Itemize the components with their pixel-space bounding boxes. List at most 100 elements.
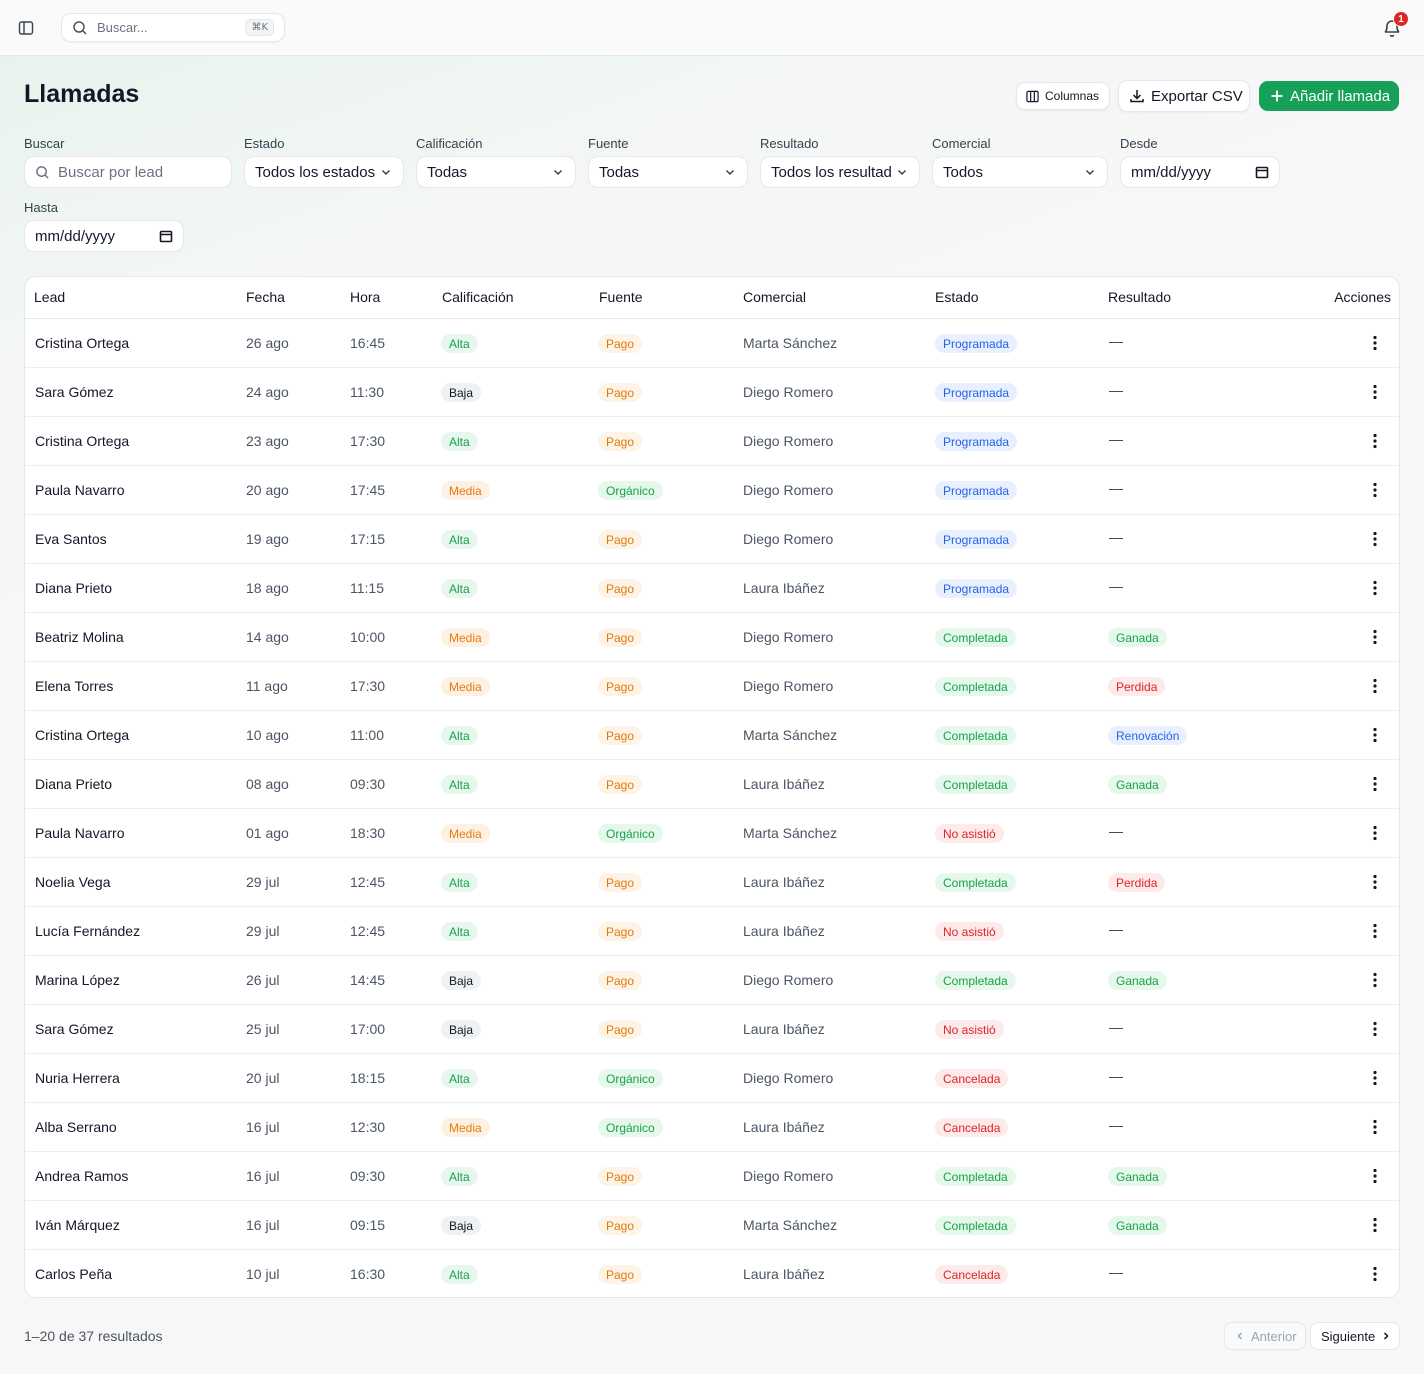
more-actions-icon[interactable] <box>1365 727 1385 745</box>
header-calificacion[interactable]: Calificación <box>442 289 514 305</box>
result-badge: Ganada <box>1108 971 1167 990</box>
lead-search-input[interactable]: Buscar por lead <box>24 156 232 188</box>
table-row[interactable]: Andrea Ramos 16 jul 09:30 Alta Pago Diego Rom… <box>25 1152 1399 1201</box>
lead-name: Cristina Ortega <box>35 335 130 351</box>
more-actions-icon[interactable] <box>1365 580 1385 598</box>
status-badge: Cancelada <box>935 1265 1009 1284</box>
more-actions-icon[interactable] <box>1365 531 1385 549</box>
call-date: 14 ago <box>246 629 289 645</box>
columns-button[interactable]: Columnas <box>1016 82 1110 110</box>
comercial-select[interactable]: Todos <box>932 156 1108 188</box>
sales-rep: Diego Romero <box>743 629 834 645</box>
more-actions-icon[interactable] <box>1365 972 1385 990</box>
chevron-right-icon <box>1381 1331 1391 1341</box>
table-row[interactable]: Diana Prieto 08 ago 09:30 Alta Pago Laura Ibá… <box>25 760 1399 809</box>
sales-rep: Diego Romero <box>743 1168 834 1184</box>
table-row[interactable]: Elena Torres 11 ago 17:30 Media Pago Diego Ro… <box>25 662 1399 711</box>
table-row[interactable]: Sara Gómez 24 ago 11:30 Baja Pago Diego Romer… <box>25 368 1399 417</box>
rating-badge: Alta <box>441 922 478 941</box>
fuente-select[interactable]: Todas <box>588 156 748 188</box>
header-comercial[interactable]: Comercial <box>743 289 806 305</box>
more-actions-icon[interactable] <box>1365 629 1385 647</box>
rating-badge: Media <box>441 481 490 500</box>
chevron-left-icon <box>1235 1331 1245 1341</box>
add-call-button[interactable]: Añadir llamada <box>1259 81 1399 111</box>
table-row[interactable]: Noelia Vega 29 jul 12:45 Alta Pago Laura Ibáñ… <box>25 858 1399 907</box>
more-actions-icon[interactable] <box>1365 776 1385 794</box>
table-row[interactable]: Paula Navarro 01 ago 18:30 Media Orgánico Mar… <box>25 809 1399 858</box>
source-badge: Pago <box>598 1265 643 1284</box>
export-csv-button[interactable]: Exportar CSV <box>1118 80 1250 112</box>
rating-badge: Media <box>441 1118 490 1137</box>
table-row[interactable]: Diana Prieto 18 ago 11:15 Alta Pago Laura Ibá… <box>25 564 1399 613</box>
header-lead[interactable]: Lead <box>34 289 65 305</box>
table-row[interactable]: Carlos Peña 10 jul 16:30 Alta Pago Laura Ibáñ… <box>25 1250 1399 1297</box>
more-actions-icon[interactable] <box>1365 482 1385 500</box>
estado-select[interactable]: Todos los estados <box>244 156 404 188</box>
desde-date-input[interactable]: mm/dd/yyyy <box>1120 156 1280 188</box>
more-actions-icon[interactable] <box>1365 678 1385 696</box>
call-time: 12:30 <box>350 1119 386 1135</box>
table-row[interactable]: Iván Márquez 16 jul 09:15 Baja Pago Marta Sán… <box>25 1201 1399 1250</box>
call-date: 25 jul <box>246 1021 280 1037</box>
more-actions-icon[interactable] <box>1365 1119 1385 1137</box>
resultado-select[interactable]: Todos los resultados <box>760 156 920 188</box>
table-row[interactable]: Nuria Herrera 20 jul 18:15 Alta Orgánico Dieg… <box>25 1054 1399 1103</box>
more-actions-icon[interactable] <box>1365 1168 1385 1186</box>
lead-name: Noelia Vega <box>35 874 111 890</box>
add-call-label: Añadir llamada <box>1290 87 1391 105</box>
download-icon <box>1129 88 1145 104</box>
table-row[interactable]: Paula Navarro 20 ago 17:45 Media Orgánico Die… <box>25 466 1399 515</box>
header-resultado[interactable]: Resultado <box>1108 289 1171 305</box>
lead-name: Diana Prieto <box>35 776 113 792</box>
header-estado[interactable]: Estado <box>935 289 979 305</box>
rating-badge: Baja <box>441 1020 482 1039</box>
call-date: 24 ago <box>246 384 289 400</box>
more-actions-icon[interactable] <box>1365 1217 1385 1235</box>
calendar-icon[interactable] <box>159 229 173 243</box>
header-fuente[interactable]: Fuente <box>599 289 643 305</box>
more-actions-icon[interactable] <box>1365 874 1385 892</box>
lead-name: Elena Torres <box>35 678 114 694</box>
result-empty: — <box>1109 1019 1123 1035</box>
table-row[interactable]: Cristina Ortega 23 ago 17:30 Alta Pago Diego … <box>25 417 1399 466</box>
table-row[interactable]: Sara Gómez 25 jul 17:00 Baja Pago Laura Ibáñe… <box>25 1005 1399 1054</box>
more-actions-icon[interactable] <box>1365 1070 1385 1088</box>
previous-page-button[interactable]: Anterior <box>1224 1322 1306 1350</box>
source-badge: Pago <box>598 971 643 990</box>
lead-name: Cristina Ortega <box>35 727 130 743</box>
table-row[interactable]: Eva Santos 19 ago 17:15 Alta Pago Diego Romer… <box>25 515 1399 564</box>
result-empty: — <box>1109 921 1123 937</box>
more-actions-icon[interactable] <box>1365 1021 1385 1039</box>
header-hora[interactable]: Hora <box>350 289 380 305</box>
lead-name: Beatriz Molina <box>35 629 124 645</box>
more-actions-icon[interactable] <box>1365 335 1385 353</box>
calendar-icon[interactable] <box>1255 165 1269 179</box>
more-actions-icon[interactable] <box>1365 923 1385 941</box>
table-row[interactable]: Beatriz Molina 14 ago 10:00 Media Pago Diego … <box>25 613 1399 662</box>
next-page-button[interactable]: Siguiente <box>1310 1322 1400 1350</box>
global-search-input[interactable]: Buscar... ⌘K <box>61 13 285 42</box>
hasta-date-input[interactable]: mm/dd/yyyy <box>24 220 184 252</box>
rating-badge: Alta <box>441 1265 478 1284</box>
header-fecha[interactable]: Fecha <box>246 289 285 305</box>
status-badge: No asistió <box>935 824 1004 843</box>
more-actions-icon[interactable] <box>1365 384 1385 402</box>
call-date: 20 jul <box>246 1070 280 1086</box>
table-row[interactable]: Lucía Fernández 29 jul 12:45 Alta Pago Laura … <box>25 907 1399 956</box>
table-row[interactable]: Marina López 26 jul 14:45 Baja Pago Diego Rom… <box>25 956 1399 1005</box>
call-time: 09:30 <box>350 776 386 792</box>
table-row[interactable]: Cristina Ortega 10 ago 11:00 Alta Pago Marta … <box>25 711 1399 760</box>
desde-date-value: mm/dd/yyyy <box>1131 163 1212 181</box>
sidebar-toggle-icon[interactable] <box>14 16 38 40</box>
rating-badge: Alta <box>441 530 478 549</box>
more-actions-icon[interactable] <box>1365 433 1385 451</box>
calificacion-select-value: Todas <box>427 163 468 181</box>
rating-badge: Alta <box>441 1069 478 1088</box>
more-actions-icon[interactable] <box>1365 825 1385 843</box>
search-shortcut: ⌘K <box>245 19 274 36</box>
table-row[interactable]: Cristina Ortega 26 ago 16:45 Alta Pago Marta … <box>25 319 1399 368</box>
table-row[interactable]: Alba Serrano 16 jul 12:30 Media Orgánico Laur… <box>25 1103 1399 1152</box>
more-actions-icon[interactable] <box>1365 1266 1385 1284</box>
calificacion-select[interactable]: Todas <box>416 156 576 188</box>
